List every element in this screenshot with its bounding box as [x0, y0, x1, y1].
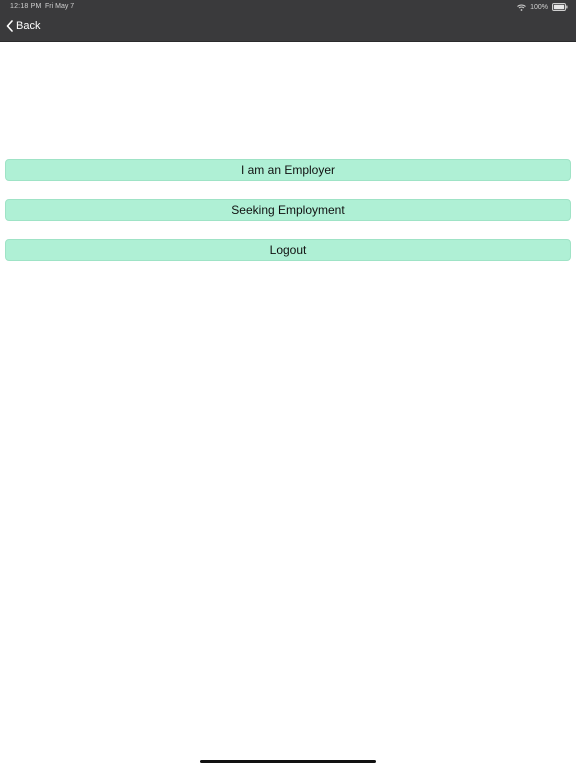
battery-percentage: 100%	[530, 3, 548, 11]
back-label: Back	[16, 20, 41, 32]
seeking-employment-button[interactable]: Seeking Employment	[5, 199, 571, 221]
navigation-bar: Back	[0, 16, 576, 40]
battery-icon	[552, 3, 568, 11]
wifi-icon	[517, 4, 526, 11]
employer-button[interactable]: I am an Employer	[5, 159, 571, 181]
top-bar: 12:18 PM Fri May 7 100% Back	[0, 0, 576, 42]
home-indicator	[200, 760, 376, 763]
status-indicators: 100%	[517, 2, 568, 12]
status-bar: 12:18 PM Fri May 7 100%	[0, 0, 576, 14]
logout-button[interactable]: Logout	[5, 239, 571, 261]
chevron-left-icon	[6, 20, 13, 32]
status-date: Fri May 7	[45, 3, 75, 10]
back-button[interactable]: Back	[6, 20, 40, 32]
status-time: 12:18 PM	[10, 3, 42, 10]
role-menu: I am an Employer Seeking Employment Logo…	[5, 159, 571, 279]
